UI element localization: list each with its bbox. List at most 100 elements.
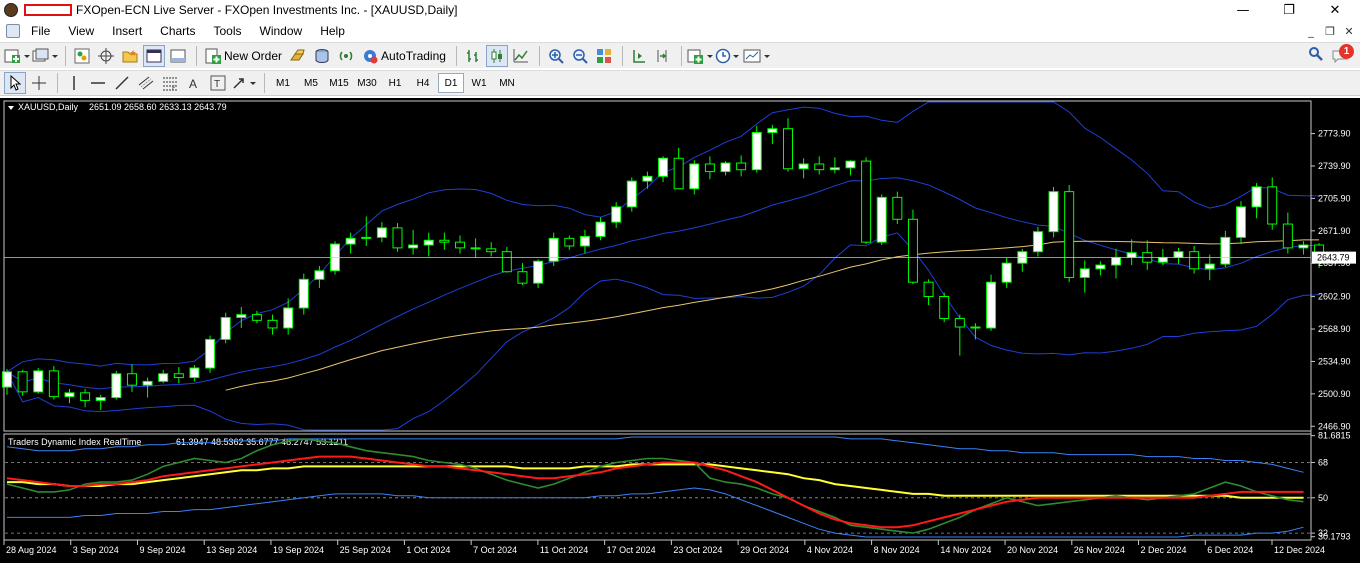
candle-body bbox=[861, 160, 872, 243]
timeframe-m15[interactable]: M15 bbox=[326, 73, 352, 93]
profiles-button[interactable] bbox=[32, 45, 58, 67]
candle-body bbox=[626, 180, 637, 208]
zoom-out-button[interactable] bbox=[569, 45, 591, 67]
minimize-button[interactable]: — bbox=[1220, 0, 1266, 20]
candle-body bbox=[642, 175, 653, 182]
close-button[interactable]: ✕ bbox=[1312, 0, 1358, 20]
toolbar-separator bbox=[57, 73, 58, 93]
tile-windows-button[interactable] bbox=[593, 45, 615, 67]
timeframe-h4[interactable]: H4 bbox=[410, 73, 436, 93]
notifications-button[interactable]: 1 bbox=[1332, 44, 1354, 64]
mdi-restore-button[interactable]: ❐ bbox=[1321, 22, 1339, 40]
timeframe-m5[interactable]: M5 bbox=[298, 73, 324, 93]
candle-body bbox=[361, 236, 372, 239]
indicators-add-icon bbox=[687, 49, 713, 64]
toolbar-separator bbox=[538, 45, 540, 66]
candlestick-button[interactable] bbox=[485, 44, 508, 67]
fibonacci-button[interactable]: F bbox=[159, 72, 181, 94]
zoom-in-button[interactable] bbox=[545, 45, 567, 67]
price-tick-label: 2739.90 bbox=[1318, 161, 1351, 171]
alerts-area: 1 bbox=[1308, 44, 1354, 64]
candle-body bbox=[939, 296, 950, 319]
gold-bars-button[interactable] bbox=[287, 45, 309, 67]
candle-body bbox=[1032, 231, 1043, 253]
menu-help[interactable]: Help bbox=[311, 21, 354, 41]
menu-charts[interactable]: Charts bbox=[151, 21, 204, 41]
menu-insert[interactable]: Insert bbox=[103, 21, 151, 41]
new-chart-icon bbox=[4, 49, 30, 63]
date-tick-label: 25 Sep 2024 bbox=[340, 545, 391, 555]
candle-body bbox=[454, 241, 465, 249]
notification-badge: 1 bbox=[1339, 44, 1354, 59]
window-title-bar: FXOpen-ECN Live Server - FXOpen Investme… bbox=[0, 0, 1360, 20]
date-tick-label: 7 Oct 2024 bbox=[473, 545, 517, 555]
navigator-button[interactable] bbox=[119, 45, 141, 67]
date-tick-label: 2 Dec 2024 bbox=[1141, 545, 1187, 555]
trendline-button[interactable] bbox=[111, 72, 133, 94]
new-order-icon bbox=[205, 48, 221, 64]
timeframe-mn[interactable]: MN bbox=[494, 73, 520, 93]
candle-body bbox=[236, 314, 247, 318]
candle-body bbox=[533, 260, 544, 284]
arrows-button[interactable] bbox=[231, 72, 257, 94]
date-tick-label: 29 Oct 2024 bbox=[740, 545, 789, 555]
timeframe-d1[interactable]: D1 bbox=[438, 73, 464, 93]
terminal-window-icon bbox=[146, 49, 162, 62]
date-tick-label: 12 Dec 2024 bbox=[1274, 545, 1325, 555]
timeframe-m1[interactable]: M1 bbox=[270, 73, 296, 93]
menu-window[interactable]: Window bbox=[251, 21, 312, 41]
signals-button[interactable] bbox=[335, 45, 357, 67]
market-watch-button[interactable] bbox=[71, 45, 93, 67]
new-order-button[interactable]: New Order bbox=[202, 45, 285, 67]
candle-body bbox=[845, 160, 856, 169]
candle-body bbox=[1251, 186, 1262, 208]
mdi-minimize-button[interactable]: _ bbox=[1302, 22, 1320, 40]
horizontal-line-button[interactable] bbox=[87, 72, 109, 94]
text-label-button[interactable]: T bbox=[207, 72, 229, 94]
timeframe-w1[interactable]: W1 bbox=[466, 73, 492, 93]
candle-body bbox=[220, 316, 231, 340]
date-tick-label: 23 Oct 2024 bbox=[673, 545, 722, 555]
candle-body bbox=[736, 162, 747, 171]
mdi-close-button[interactable]: ✕ bbox=[1340, 22, 1358, 40]
channel-button[interactable] bbox=[135, 72, 157, 94]
templates-button[interactable] bbox=[743, 45, 771, 67]
app-logo-icon bbox=[4, 3, 18, 17]
maximize-button[interactable]: ❐ bbox=[1266, 0, 1312, 20]
auto-scroll-button[interactable] bbox=[628, 45, 650, 67]
menu-tools[interactable]: Tools bbox=[205, 21, 251, 41]
candle-body bbox=[345, 237, 356, 245]
candle-body bbox=[1001, 262, 1012, 283]
timeframe-m30[interactable]: M30 bbox=[354, 73, 380, 93]
price-tick-label: 2500.90 bbox=[1318, 389, 1351, 399]
database-button[interactable] bbox=[311, 45, 333, 67]
date-tick-label: 1 Oct 2024 bbox=[406, 545, 450, 555]
candle-body bbox=[267, 319, 278, 329]
drawing-toolbar: F A T M1 M5 M15 M30 H1 H4 D1 W1 MN bbox=[0, 70, 1360, 96]
candle-body bbox=[783, 128, 793, 170]
menu-view[interactable]: View bbox=[59, 21, 103, 41]
periods-button[interactable] bbox=[715, 45, 741, 67]
candle-body bbox=[423, 239, 434, 246]
autotrading-button[interactable]: AutoTrading bbox=[359, 45, 449, 67]
strategy-tester-button[interactable] bbox=[167, 45, 189, 67]
menu-file[interactable]: File bbox=[22, 21, 59, 41]
new-chart-button[interactable] bbox=[4, 45, 30, 67]
timeframe-h1[interactable]: H1 bbox=[382, 73, 408, 93]
terminal-button[interactable] bbox=[143, 44, 165, 67]
redacted-account-box bbox=[24, 4, 72, 16]
line-chart-button[interactable] bbox=[510, 45, 532, 67]
chart-shift-button[interactable] bbox=[652, 45, 674, 67]
text-tool-button[interactable]: A bbox=[183, 72, 205, 94]
crosshair-button[interactable] bbox=[28, 72, 50, 94]
cursor-button[interactable] bbox=[4, 72, 26, 94]
chart-window[interactable]: XAUUSD,Daily 2651.09 2658.60 2633.13 264… bbox=[0, 98, 1360, 563]
bar-chart-button[interactable] bbox=[462, 45, 484, 67]
data-window-button[interactable] bbox=[95, 45, 117, 67]
vertical-line-button[interactable] bbox=[63, 72, 85, 94]
candle-body bbox=[673, 157, 684, 190]
indicators-button[interactable] bbox=[687, 45, 713, 67]
autotrading-label: AutoTrading bbox=[381, 48, 446, 63]
candle-body bbox=[1282, 223, 1293, 249]
search-icon[interactable] bbox=[1308, 46, 1324, 62]
